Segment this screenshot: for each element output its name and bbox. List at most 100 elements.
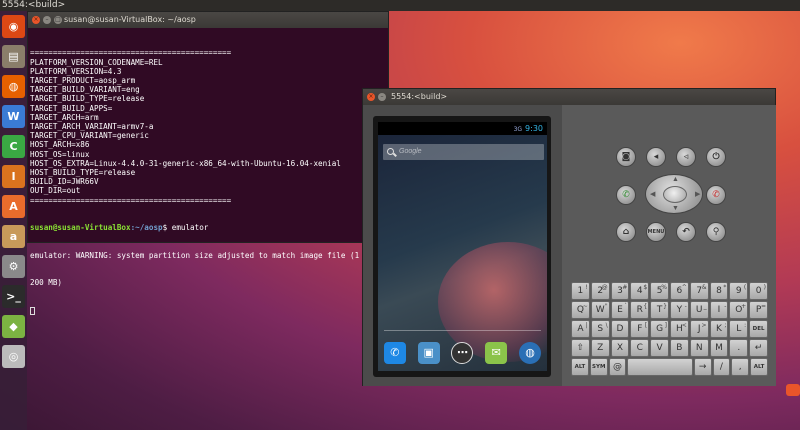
calc-icon[interactable]: C — [2, 135, 25, 158]
contacts-app-icon[interactable]: ▣ — [417, 341, 440, 364]
emulator-controls: ◙ ◂ ◃ ⏻ ✆ ▲ ▼ ◀ ▶ ✆ ⌂ MENU ↶ ⚲ 1! 2 @3 #4 $5… — [562, 105, 776, 386]
key-f[interactable]: F[ — [630, 320, 650, 338]
key-h[interactable]: H < — [669, 320, 689, 338]
terminal-icon[interactable]: >_ — [2, 285, 25, 308]
key-c[interactable]: C — [630, 339, 650, 357]
end-call-icon[interactable]: ✆ — [706, 185, 726, 205]
browser-app-icon[interactable]: ◍ — [519, 341, 542, 364]
settings-icon[interactable]: ⚙ — [2, 255, 25, 278]
key-s[interactable]: S \ — [590, 320, 610, 338]
terminal-output-line: HOST_OS=linux — [30, 149, 90, 159]
key-b[interactable]: B — [669, 339, 689, 357]
hardware-keyboard: 1! 2 @3 #4 $5% 6 ^ 7 & 8 * 9(0) Q ~ W " E ` R{T} Y - U _ I - O + P =… — [571, 282, 768, 377]
messaging-app-icon[interactable]: ✉ — [485, 341, 508, 364]
menu-button[interactable]: MENU — [646, 222, 666, 242]
key-a[interactable]: A | — [571, 320, 590, 338]
key-n[interactable]: N — [689, 339, 709, 357]
key-.[interactable]: . — [729, 339, 749, 357]
key-x[interactable]: X — [610, 339, 630, 357]
power-icon[interactable]: ⏻ — [706, 147, 726, 167]
close-icon[interactable]: × — [367, 93, 375, 101]
dpad-up-icon[interactable]: ▲ — [672, 176, 679, 183]
camera-icon[interactable]: ◙ — [616, 147, 636, 167]
key-z[interactable]: Z — [590, 339, 610, 357]
phone-app-icon[interactable]: ✆ — [383, 341, 406, 364]
keyboard-row2: Q ~ W " E ` R{T} Y - U _ I - O + P = — [571, 301, 768, 319]
terminal-output-line: ========================================… — [30, 195, 232, 205]
terminal-output-line: TARGET_BUILD_TYPE=release — [30, 94, 145, 104]
key-→[interactable]: → — [693, 358, 712, 376]
back-icon[interactable]: ↶ — [676, 222, 696, 242]
key-@[interactable]: @ — [608, 358, 627, 376]
amazon-icon[interactable]: a — [2, 225, 25, 248]
key-del[interactable]: DEL — [749, 320, 768, 338]
dpad-down-icon[interactable]: ▼ — [672, 205, 679, 212]
emulator-titlebar[interactable]: × – 5554:<build> — [363, 89, 775, 105]
close-icon[interactable]: × — [32, 16, 40, 24]
dpad-right-icon[interactable]: ▶ — [695, 190, 700, 198]
key-j[interactable]: J > — [689, 320, 709, 338]
key-↵[interactable]: ↵ — [749, 339, 768, 357]
key-m[interactable]: M — [709, 339, 729, 357]
status-bar: 3G 9:30 — [378, 122, 547, 135]
emulator-device-panel: 3G 9:30 Google ✆ ▣ ⋯ ✉ ◍ — [363, 105, 562, 386]
keyboard-row4: ⇧ Z X C V B N M. ↵ — [571, 339, 768, 357]
call-icon[interactable]: ✆ — [616, 185, 636, 205]
key-g[interactable]: G] — [650, 320, 669, 338]
dpad-left-icon[interactable]: ◀ — [650, 190, 655, 198]
terminal-output[interactable]: ========================================… — [28, 28, 388, 334]
terminal-output-line: ========================================… — [30, 48, 232, 58]
terminal-output-line: TARGET_PRODUCT=aosp_arm — [30, 76, 136, 86]
key-,[interactable]: , — [731, 358, 750, 376]
android-screen[interactable]: 3G 9:30 Google ✆ ▣ ⋯ ✉ ◍ — [378, 122, 547, 371]
terminal-output-line: PLATFORM_VERSION_CODENAME=REL — [30, 57, 163, 67]
impress-icon[interactable]: I — [2, 165, 25, 188]
terminal-title: susan@susan-VirtualBox: ~/aosp — [64, 15, 196, 24]
volume-up-icon[interactable]: ◃ — [676, 147, 696, 167]
home-icon[interactable]: ⌂ — [616, 222, 636, 242]
dpad-center-button[interactable] — [663, 186, 687, 203]
google-search-bar[interactable]: Google — [383, 144, 544, 160]
key-sym[interactable]: SYM — [589, 358, 608, 376]
signal-icon: 3G — [513, 126, 523, 133]
keyboard-row5: ALT SYM @ → /, ALT — [571, 358, 768, 376]
terminal-output-line: TARGET_BUILD_APPS= — [30, 103, 113, 113]
terminal-output-line: PLATFORM_VERSION=4.3 — [30, 66, 122, 76]
dash-icon[interactable]: ◉ — [2, 15, 25, 38]
top-panel-title: 5554:<build> — [2, 0, 66, 10]
terminal-window[interactable]: × – □ susan@susan-VirtualBox: ~/aosp ===… — [27, 11, 389, 316]
key-p[interactable]: P = — [749, 301, 768, 319]
search-icon — [387, 148, 394, 155]
disc-icon[interactable]: ◎ — [2, 345, 25, 368]
phone-bezel: 3G 9:30 Google ✆ ▣ ⋯ ✉ ◍ — [373, 116, 551, 377]
maximize-icon[interactable]: □ — [54, 16, 62, 24]
key-/[interactable]: / — [712, 358, 731, 376]
minimize-icon[interactable]: – — [378, 93, 386, 101]
key-k[interactable]: K; — [709, 320, 729, 338]
launcher: ◉ ▤ ◍ W C I Aa ⚙ >_ ◆ ◎ — [0, 11, 27, 430]
emulator-window[interactable]: × – 5554:<build> 3G 9:30 Google ✆ ▣ ⋯ ✉ ◍ ◙ ◂… — [362, 88, 776, 386]
files-icon[interactable]: ▤ — [2, 45, 25, 68]
minimize-icon[interactable]: – — [43, 16, 51, 24]
key-v[interactable]: V — [650, 339, 669, 357]
key-e[interactable]: E ` — [610, 301, 630, 319]
android-icon[interactable]: ◆ — [2, 315, 25, 338]
terminal-output-line: HOST_ARCH=x86 — [30, 140, 90, 150]
terminal-titlebar[interactable]: × – □ susan@susan-VirtualBox: ~/aosp — [28, 12, 388, 28]
terminal-output-line: TARGET_ARCH_VARIANT=armv7-a — [30, 122, 154, 132]
volume-down-icon[interactable]: ◂ — [646, 147, 666, 167]
key-⇧[interactable]: ⇧ — [571, 339, 590, 357]
terminal-output-line: HOST_OS_EXTRA=Linux-4.4.0-31-generic-x86… — [30, 158, 341, 168]
dpad[interactable]: ▲ ▼ ◀ ▶ — [645, 174, 703, 214]
key-alt[interactable]: ALT — [750, 358, 768, 376]
app-dock: ✆ ▣ ⋯ ✉ ◍ — [378, 334, 547, 371]
all-apps-icon[interactable]: ⋯ — [451, 341, 474, 364]
writer-icon[interactable]: W — [2, 105, 25, 128]
key-d[interactable]: D — [610, 320, 630, 338]
key-alt[interactable]: ALT — [571, 358, 589, 376]
space-key[interactable] — [627, 358, 693, 376]
software-center-icon[interactable]: A — [2, 195, 25, 218]
key-l[interactable]: L: — [729, 320, 749, 338]
search-icon[interactable]: ⚲ — [706, 222, 726, 242]
firefox-icon[interactable]: ◍ — [2, 75, 25, 98]
